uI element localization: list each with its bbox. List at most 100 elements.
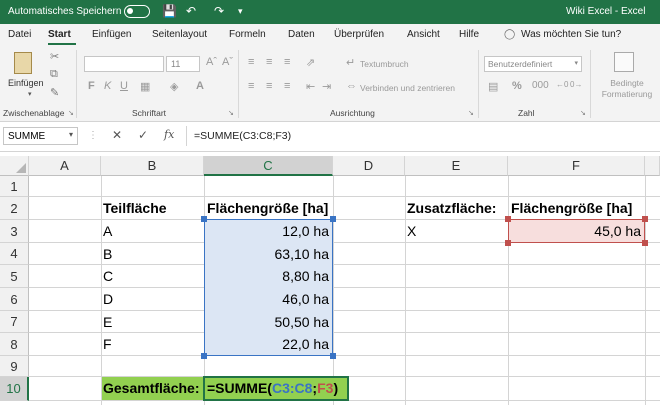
align-center-icon[interactable]: ≡ <box>266 80 272 92</box>
cell-b8[interactable]: F <box>103 333 112 355</box>
cell-b6[interactable]: D <box>103 288 113 310</box>
cell-c3[interactable]: 12,0 ha <box>204 220 329 242</box>
cell-c2[interactable]: Flächengröße [ha] <box>207 197 328 219</box>
borders-icon[interactable]: ▦ <box>140 80 150 93</box>
align-top-icon[interactable]: ≡ <box>248 56 254 68</box>
row-header-1[interactable]: 1 <box>0 176 29 197</box>
range-handle[interactable] <box>642 216 648 222</box>
tab-ansicht[interactable]: Ansicht <box>407 29 440 40</box>
cell-f2[interactable]: Flächengröße [ha] <box>511 197 632 219</box>
tab-hilfe[interactable]: Hilfe <box>459 29 479 40</box>
cell-c10-formula[interactable]: =SUMME(C3:C8;F3) <box>207 377 338 400</box>
fill-color-icon[interactable]: ◈ <box>170 80 178 93</box>
wrap-text-label[interactable]: Textumbruch <box>360 59 409 69</box>
formula-input[interactable]: =SUMME(C3:C8;F3) <box>194 130 291 142</box>
increase-font-icon[interactable]: Aˆ <box>206 56 217 68</box>
tab-ueberpruefen[interactable]: Überprüfen <box>334 29 384 40</box>
tab-einfuegen[interactable]: Einfügen <box>92 29 131 40</box>
row-header-9[interactable]: 9 <box>0 356 29 377</box>
orientation-icon[interactable]: ⇗ <box>306 56 315 69</box>
cell-b5[interactable]: C <box>103 265 113 287</box>
align-left-icon[interactable]: ≡ <box>248 80 254 92</box>
align-middle-icon[interactable]: ≡ <box>266 56 272 68</box>
name-box[interactable]: SUMME ▾ <box>3 127 78 145</box>
column-header-g[interactable] <box>645 156 660 176</box>
cell-f3[interactable]: 45,0 ha <box>508 220 641 242</box>
cell-c6[interactable]: 46,0 ha <box>204 288 329 310</box>
row-header-5[interactable]: 5 <box>0 265 29 288</box>
column-header-e[interactable]: E <box>405 156 508 176</box>
cell-c7[interactable]: 50,50 ha <box>204 311 330 333</box>
customize-quick-access-icon[interactable]: ▾ <box>238 6 243 17</box>
range-handle[interactable] <box>330 216 336 222</box>
format-painter-icon[interactable]: ✎ <box>50 86 59 99</box>
decrease-font-icon[interactable]: Aˇ <box>222 56 233 68</box>
redo-icon[interactable]: ↷ <box>214 4 224 18</box>
tab-start[interactable]: Start <box>48 29 71 40</box>
cut-icon[interactable]: ✂ <box>50 50 59 63</box>
wrap-text-icon[interactable]: ↵ <box>346 56 355 69</box>
cell-b2[interactable]: Teilfläche <box>103 197 167 219</box>
insert-function-icon[interactable]: fx <box>164 128 174 141</box>
italic-icon[interactable]: K <box>104 80 111 92</box>
clipboard-launcher-icon[interactable]: ↘ <box>68 109 74 117</box>
thousands-separator-icon[interactable]: 000 <box>532 80 549 91</box>
row-header-3[interactable]: 3 <box>0 220 29 243</box>
row-header-10[interactable]: 10 <box>0 377 29 401</box>
enter-icon[interactable]: ✓ <box>138 128 148 142</box>
cell-b7[interactable]: E <box>103 311 112 333</box>
align-right-icon[interactable]: ≡ <box>284 80 290 92</box>
cell-c8[interactable]: 22,0 ha <box>204 333 329 355</box>
cell-b4[interactable]: B <box>103 243 112 265</box>
conditional-formatting-label[interactable]: Bedingte Formatierung <box>596 78 658 100</box>
row-header-8[interactable]: 8 <box>0 333 29 356</box>
save-icon[interactable]: 💾 <box>162 4 177 18</box>
paste-dropdown-icon[interactable]: ▾ <box>28 90 32 98</box>
bold-icon[interactable]: F <box>88 80 95 92</box>
autosave-toggle[interactable] <box>124 5 150 18</box>
cell-c5[interactable]: 8,80 ha <box>204 265 329 287</box>
more-options-icon[interactable]: ⋮ <box>88 130 98 141</box>
tab-daten[interactable]: Daten <box>288 29 315 40</box>
column-header-d[interactable]: D <box>333 156 405 176</box>
row-header-7[interactable]: 7 <box>0 311 29 333</box>
row-header-2[interactable]: 2 <box>0 197 29 220</box>
number-format-select[interactable]: Benutzerdefiniert ▾ <box>484 56 582 72</box>
font-name-select[interactable] <box>84 56 164 72</box>
column-header-f[interactable]: F <box>508 156 645 176</box>
cell-e3[interactable]: X <box>407 220 416 242</box>
select-all-corner[interactable] <box>0 156 29 176</box>
undo-icon[interactable]: ↶ <box>186 4 196 18</box>
font-launcher-icon[interactable]: ↘ <box>228 109 234 117</box>
increase-indent-icon[interactable]: ⇥ <box>322 80 331 93</box>
cell-b10[interactable]: Gesamtfläche: <box>103 377 199 400</box>
copy-icon[interactable]: ⧉ <box>50 68 58 81</box>
font-size-select[interactable]: 11 <box>166 56 200 72</box>
font-color-icon[interactable]: A <box>196 80 204 92</box>
merge-center-label[interactable]: Verbinden und zentrieren <box>360 83 455 93</box>
chevron-down-icon[interactable]: ▾ <box>69 130 73 139</box>
decrease-indent-icon[interactable]: ⇤ <box>306 80 315 93</box>
percent-icon[interactable]: % <box>512 80 522 92</box>
column-header-c[interactable]: C <box>204 156 333 176</box>
alignment-launcher-icon[interactable]: ↘ <box>468 109 474 117</box>
underline-icon[interactable]: U <box>120 80 128 92</box>
cancel-icon[interactable]: ✕ <box>112 128 122 142</box>
decrease-decimal-icon[interactable]: 0→ <box>570 80 582 89</box>
cell-b3[interactable]: A <box>103 220 112 242</box>
tab-formeln[interactable]: Formeln <box>229 29 266 40</box>
merge-icon[interactable]: ⇔ <box>346 80 357 92</box>
range-handle[interactable] <box>642 240 648 246</box>
paste-button-label[interactable]: Einfügen <box>8 78 44 88</box>
increase-decimal-icon[interactable]: ←0 <box>556 80 568 89</box>
row-header-6[interactable]: 6 <box>0 288 29 311</box>
align-bottom-icon[interactable]: ≡ <box>284 56 290 68</box>
tell-me-search[interactable]: Was möchten Sie tun? <box>521 29 621 40</box>
currency-icon[interactable]: ▤ <box>488 80 498 93</box>
cell-e2[interactable]: Zusatzfläche: <box>407 197 496 219</box>
paste-icon[interactable] <box>14 52 32 74</box>
row-header-4[interactable]: 4 <box>0 243 29 265</box>
range-handle[interactable] <box>330 353 336 359</box>
number-launcher-icon[interactable]: ↘ <box>580 109 586 117</box>
column-header-a[interactable]: A <box>29 156 101 176</box>
